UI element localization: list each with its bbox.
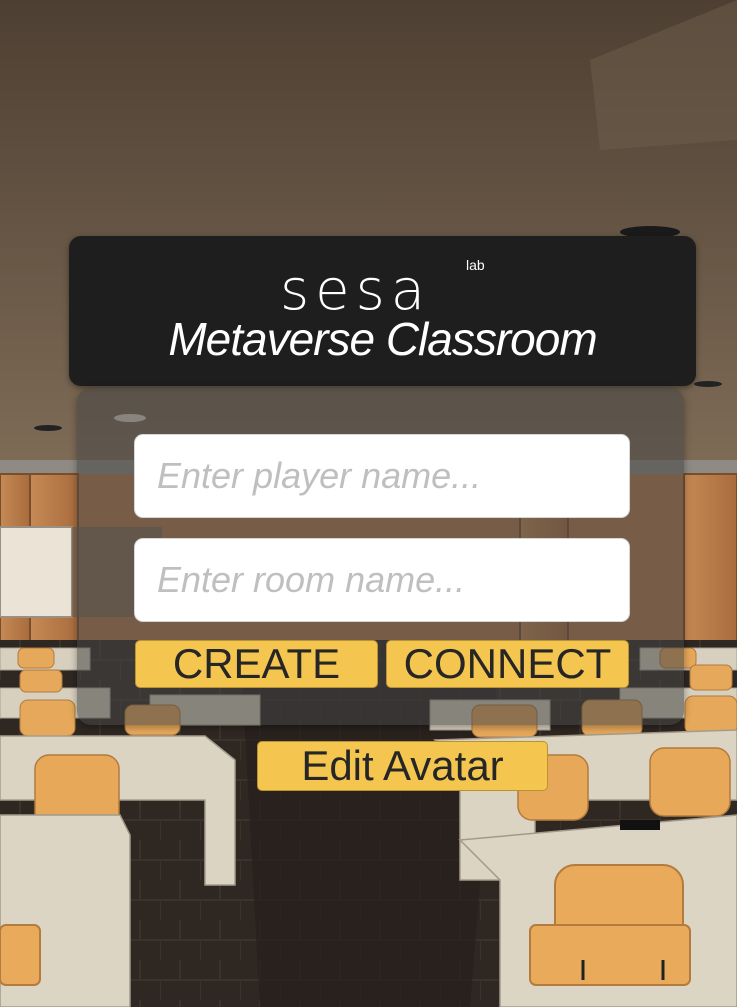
player-name-input[interactable] (134, 434, 630, 518)
app-title: Metaverse Classroom (168, 313, 597, 365)
sesa-lab-logo: sesa lab (280, 258, 485, 314)
logo-text: sesa (280, 258, 431, 314)
connect-button[interactable]: CONNECT (386, 640, 629, 688)
edit-avatar-button[interactable]: Edit Avatar (257, 741, 548, 791)
logo-superscript: lab (466, 258, 485, 273)
room-name-input[interactable] (134, 538, 630, 622)
create-button[interactable]: CREATE (135, 640, 378, 688)
